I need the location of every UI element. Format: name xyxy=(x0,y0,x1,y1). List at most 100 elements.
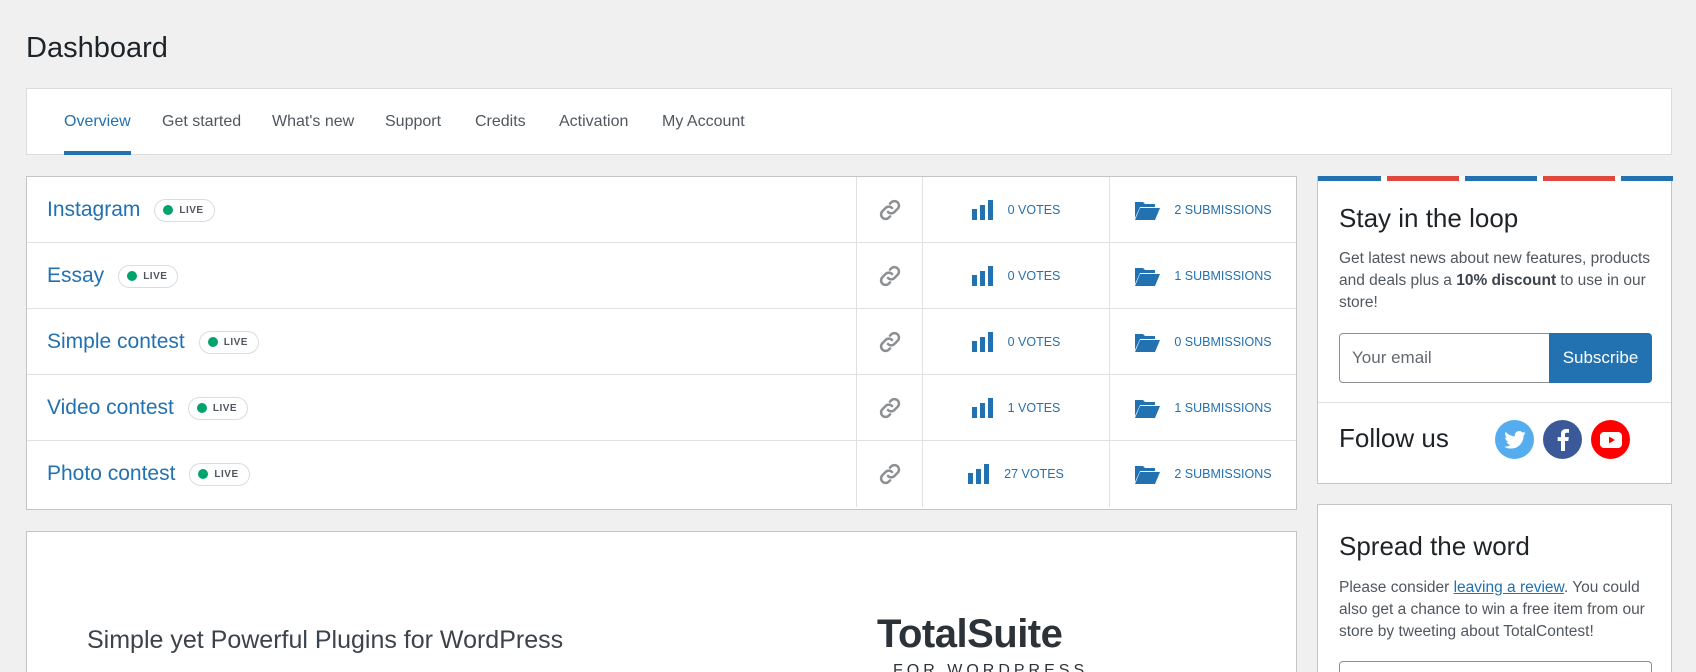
contest-link-button[interactable] xyxy=(856,441,923,507)
live-dot-icon xyxy=(207,337,218,347)
votes-cell[interactable]: 1 VOTES xyxy=(923,375,1110,440)
bar-chart-icon xyxy=(971,331,993,352)
live-dot-icon xyxy=(196,403,207,413)
accent-stripe xyxy=(1543,176,1615,181)
totalsuite-logo-subtitle: FOR WORDPRESS xyxy=(893,662,1089,672)
contest-name-cell: Simple contest LIVE xyxy=(47,309,259,375)
tweet-button[interactable] xyxy=(1339,661,1652,672)
bar-chart-icon xyxy=(971,199,993,220)
status-badge: LIVE xyxy=(118,264,179,288)
status-label: LIVE xyxy=(214,468,239,480)
live-dot-icon xyxy=(198,469,209,479)
folder-open-icon xyxy=(1135,333,1161,352)
spread-title: Spread the word xyxy=(1339,531,1530,561)
follow-us-label: Follow us xyxy=(1339,423,1449,453)
submissions-cell[interactable]: 1 SUBMISSIONS xyxy=(1110,243,1296,308)
contest-title-link[interactable]: Simple contest xyxy=(47,330,185,354)
contest-link-button[interactable] xyxy=(856,177,923,242)
contest-title-link[interactable]: Video contest xyxy=(47,396,174,420)
discount-highlight: 10% discount xyxy=(1456,272,1557,289)
status-badge: LIVE xyxy=(198,330,259,354)
totalsuite-promo: Simple yet Powerful Plugins for WordPres… xyxy=(26,531,1297,672)
youtube-button[interactable] xyxy=(1591,420,1630,459)
votes-count: 0 VOTES xyxy=(1007,202,1061,217)
email-input[interactable] xyxy=(1339,333,1550,383)
contest-row: Photo contest LIVE 27 VOTES 2 SUBMISSION… xyxy=(27,441,1296,507)
contest-link-button[interactable] xyxy=(856,309,923,374)
live-dot-icon xyxy=(163,205,174,215)
facebook-button[interactable] xyxy=(1543,420,1582,459)
contest-title-link[interactable]: Photo contest xyxy=(47,462,175,486)
status-label: LIVE xyxy=(223,336,248,348)
contest-name-cell: Essay LIVE xyxy=(47,243,179,309)
spread-the-word-card: Spread the word Please consider leaving … xyxy=(1317,504,1672,672)
subscribe-button[interactable]: Subscribe xyxy=(1549,333,1652,383)
tab-support[interactable]: Support xyxy=(385,89,441,155)
folder-open-icon xyxy=(1135,201,1161,220)
accent-stripe xyxy=(1387,176,1459,181)
contest-row: Simple contest LIVE 0 VOTES 0 SUBMISSION… xyxy=(27,309,1296,375)
votes-cell[interactable]: 0 VOTES xyxy=(923,309,1110,374)
status-badge: LIVE xyxy=(187,396,249,420)
votes-cell[interactable]: 0 VOTES xyxy=(923,243,1110,308)
contest-name-cell: Instagram LIVE xyxy=(47,177,215,243)
facebook-icon xyxy=(1557,428,1569,451)
contest-row: Video contest LIVE 1 VOTES 1 SUBMISSIONS xyxy=(27,375,1296,441)
newsletter-title: Stay in the loop xyxy=(1339,203,1519,233)
twitter-button[interactable] xyxy=(1495,420,1534,459)
status-label: LIVE xyxy=(143,270,168,282)
youtube-icon xyxy=(1599,431,1622,448)
votes-cell[interactable]: 27 VOTES xyxy=(923,441,1110,507)
submissions-cell[interactable]: 1 SUBMISSIONS xyxy=(1110,375,1296,440)
status-badge: LIVE xyxy=(154,198,215,222)
submissions-cell[interactable]: 0 SUBMISSIONS xyxy=(1110,309,1296,374)
tab-overview[interactable]: Overview xyxy=(64,89,131,155)
tab-get-started[interactable]: Get started xyxy=(162,89,241,155)
accent-stripe xyxy=(1621,176,1673,181)
accent-stripe xyxy=(1465,176,1537,181)
tab-my-account[interactable]: My Account xyxy=(662,89,745,155)
status-label: LIVE xyxy=(212,402,238,414)
contest-row: Instagram LIVE 0 VOTES 2 SUBMISSIONS xyxy=(27,177,1296,243)
submissions-count: 2 SUBMISSIONS xyxy=(1174,202,1272,217)
newsletter-description: Get latest news about new features, prod… xyxy=(1339,248,1654,314)
votes-count: 27 VOTES xyxy=(1004,467,1064,481)
folder-open-icon xyxy=(1135,399,1161,418)
tab-whats-new[interactable]: What's new xyxy=(272,89,354,155)
contest-title-link[interactable]: Instagram xyxy=(47,198,140,222)
submissions-count: 2 SUBMISSIONS xyxy=(1174,467,1272,481)
submissions-cell[interactable]: 2 SUBMISSIONS xyxy=(1110,441,1296,507)
votes-cell[interactable]: 0 VOTES xyxy=(923,177,1110,242)
link-icon xyxy=(879,397,900,418)
bar-chart-icon xyxy=(968,464,990,484)
votes-count: 0 VOTES xyxy=(1007,334,1061,349)
contest-link-button[interactable] xyxy=(856,375,923,440)
accent-stripe xyxy=(1318,176,1381,181)
tab-credits[interactable]: Credits xyxy=(475,89,526,155)
newsletter-card: Stay in the loop Get latest news about n… xyxy=(1317,176,1673,484)
totalsuite-logo[interactable]: TotalSuite xyxy=(877,612,1063,657)
leave-review-link[interactable]: leaving a review xyxy=(1454,579,1564,596)
link-icon xyxy=(879,265,900,286)
link-icon xyxy=(879,463,900,485)
submissions-cell[interactable]: 2 SUBMISSIONS xyxy=(1110,177,1296,242)
tab-bar: Overview Get started What's new Support … xyxy=(26,88,1672,155)
contest-name-cell: Video contest LIVE xyxy=(47,375,249,441)
status-label: LIVE xyxy=(179,204,204,216)
folder-open-icon xyxy=(1135,466,1161,484)
bar-chart-icon xyxy=(971,397,993,418)
live-dot-icon xyxy=(127,271,138,281)
votes-count: 1 VOTES xyxy=(1007,400,1061,415)
link-icon xyxy=(879,331,900,352)
twitter-icon xyxy=(1503,430,1526,449)
spread-description-text: Please consider xyxy=(1339,579,1454,596)
votes-count: 0 VOTES xyxy=(1007,268,1061,283)
contest-name-cell: Photo contest LIVE xyxy=(47,441,250,507)
bar-chart-icon xyxy=(971,265,993,286)
contest-title-link[interactable]: Essay xyxy=(47,264,104,288)
tab-activation[interactable]: Activation xyxy=(559,89,628,155)
page-title: Dashboard xyxy=(26,32,168,64)
contest-link-button[interactable] xyxy=(856,243,923,308)
status-badge: LIVE xyxy=(189,462,250,486)
link-icon xyxy=(879,199,900,220)
